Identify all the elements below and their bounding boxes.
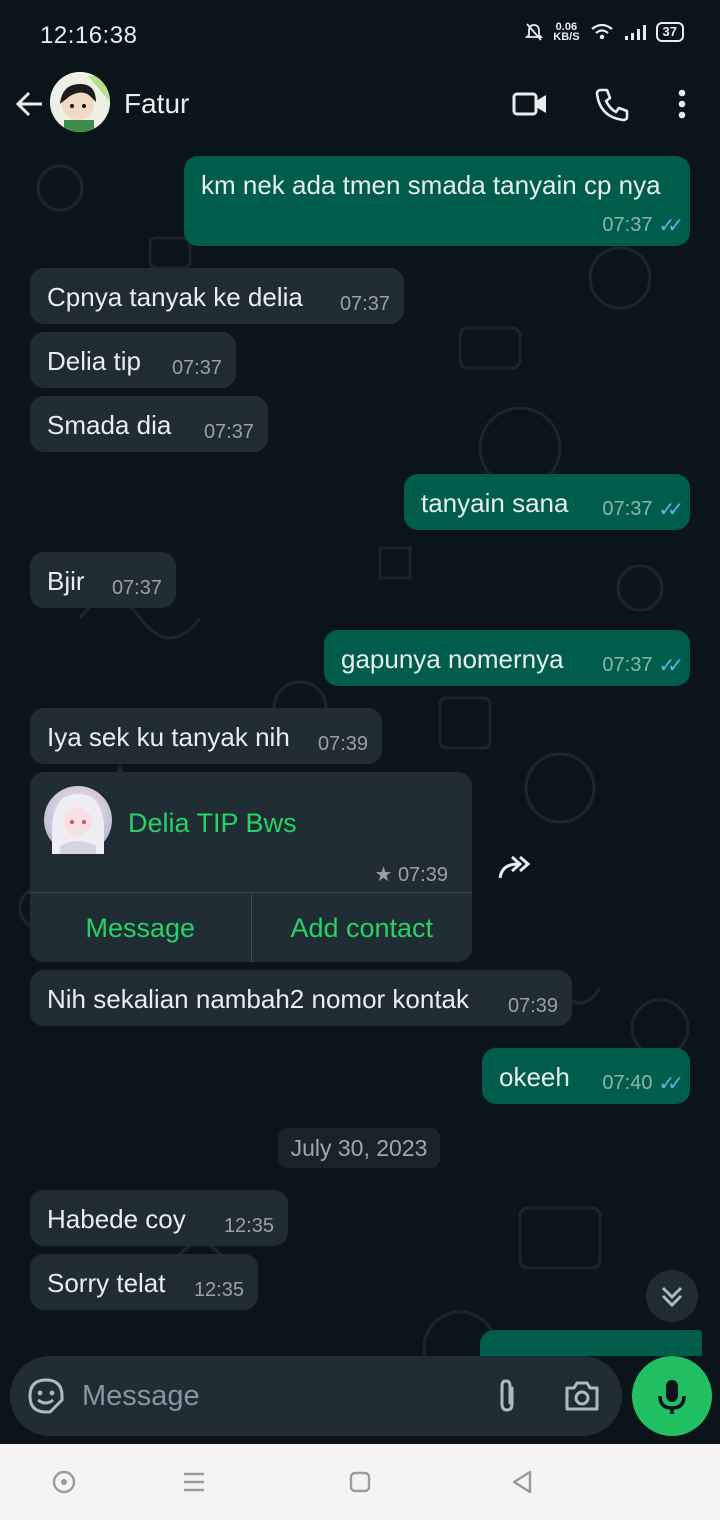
read-receipt-icon: ✓✓: [658, 215, 683, 237]
message-time: 07:40: [602, 1072, 653, 1094]
chat-area[interactable]: km nek ada tmen smada tanyain cp nya 07:…: [0, 148, 720, 1356]
nav-menu-icon[interactable]: [178, 1466, 210, 1498]
message-bubble-incoming[interactable]: Habede coy 12:35: [30, 1190, 288, 1246]
avatar-image: [50, 72, 110, 132]
message-text: Nih sekalian nambah2 nomor kontak: [47, 984, 470, 1014]
status-bar: 12:16:38 0.06 KB/S 37: [0, 0, 720, 72]
status-time: 12:16:38: [40, 22, 138, 49]
date-divider: July 30, 2023: [278, 1128, 440, 1168]
message-text: tanyain sana: [421, 488, 569, 518]
nav-back-icon[interactable]: [506, 1466, 538, 1498]
message-time: 07:39: [507, 995, 558, 1017]
message-text: Bjir: [47, 566, 85, 596]
message-meta: 07:37 ✓✓: [602, 497, 683, 522]
message-time: 07:39: [317, 733, 368, 755]
system-navigation-bar: [0, 1444, 720, 1520]
message-text: Delia tip: [47, 346, 141, 376]
message-time: 07:37: [171, 357, 222, 379]
double-chevron-down-icon: [661, 1286, 683, 1308]
message-time: 07:37: [602, 498, 653, 520]
message-meta: 07:40 ✓✓: [602, 1071, 683, 1096]
read-receipt-icon: ✓✓: [658, 1073, 683, 1095]
message-text: km nek ada tmen smada tanyain cp nya: [201, 170, 661, 200]
status-indicators: 0.06 KB/S 37: [525, 22, 684, 43]
message-bubble-incoming[interactable]: Delia tip 07:37: [30, 332, 236, 388]
message-bubble-incoming[interactable]: Cpnya tanyak ke delia 07:37: [30, 268, 404, 324]
read-receipt-icon: ✓✓: [658, 499, 683, 521]
message-text: Sorry telat: [47, 1268, 166, 1298]
voice-message-button[interactable]: [632, 1356, 712, 1436]
message-bubble-incoming[interactable]: Iya sek ku tanyak nih 07:39: [30, 708, 382, 764]
message-bubble-outgoing[interactable]: km nek ada tmen smada tanyain cp nya 07:…: [184, 156, 690, 246]
message-text: Habede coy: [47, 1204, 186, 1234]
message-time: 07:37: [602, 214, 653, 236]
video-call-icon[interactable]: [510, 84, 550, 124]
shared-contact-meta: ★ 07:39: [374, 862, 448, 887]
shared-contact-avatar[interactable]: [44, 786, 112, 854]
message-text: okeeh: [499, 1062, 570, 1092]
message-bubble-incoming[interactable]: Smada dia 07:37: [30, 396, 268, 452]
nav-home-icon[interactable]: [344, 1466, 376, 1498]
message-time: 07:37: [203, 421, 254, 443]
message-bubble-incoming[interactable]: Sorry telat 12:35: [30, 1254, 258, 1310]
camera-icon[interactable]: [562, 1376, 602, 1416]
message-bubble-outgoing[interactable]: okeeh 07:40 ✓✓: [482, 1048, 690, 1104]
network-speed: 0.06 KB/S: [553, 22, 580, 43]
message-composer: [10, 1356, 622, 1436]
message-text: gapunya nomernya: [341, 644, 564, 674]
battery-indicator: 37: [655, 22, 684, 42]
chat-header: Fatur: [0, 72, 720, 148]
shared-contact-actions: Message Add contact: [30, 892, 472, 962]
forward-icon[interactable]: [494, 848, 534, 888]
contact-name[interactable]: Fatur: [124, 88, 189, 120]
message-bubble-incoming[interactable]: Nih sekalian nambah2 nomor kontak 07:39: [30, 970, 572, 1026]
back-arrow-icon[interactable]: [10, 84, 50, 124]
read-receipt-icon: ✓✓: [658, 655, 683, 677]
star-icon: ★: [374, 864, 393, 886]
network-speed-unit: KB/S: [553, 31, 580, 43]
scroll-to-bottom-button[interactable]: [646, 1270, 698, 1322]
add-contact-button[interactable]: Add contact: [250, 893, 473, 962]
contact-avatar[interactable]: [50, 72, 110, 132]
message-bubble-incoming[interactable]: Bjir 07:37: [30, 552, 176, 608]
message-time: 12:35: [193, 1279, 244, 1301]
message-time: 07:37: [339, 293, 390, 315]
cellular-signal-icon: [624, 25, 646, 40]
shared-contact-card[interactable]: Delia TIP Bws ★ 07:39 Message Add contac…: [30, 772, 472, 962]
message-time: 07:37: [602, 654, 653, 676]
sticker-emoji-icon[interactable]: [26, 1376, 66, 1416]
message-time: 12:35: [223, 1215, 274, 1237]
message-text: Iya sek ku tanyak nih: [47, 722, 290, 752]
message-bubble-outgoing-partial[interactable]: [480, 1330, 702, 1356]
shared-contact-name[interactable]: Delia TIP Bws: [128, 808, 297, 839]
wifi-icon: [590, 23, 613, 40]
shared-contact-avatar-image: [52, 794, 104, 854]
message-meta: 07:37 ✓✓: [602, 653, 683, 678]
message-input[interactable]: [82, 1378, 462, 1414]
more-vert-icon[interactable]: [662, 84, 702, 124]
message-text: Smada dia: [47, 410, 172, 440]
message-time: 07:37: [111, 577, 162, 599]
nav-assistant-icon[interactable]: [48, 1466, 80, 1498]
message-bubble-outgoing[interactable]: tanyain sana 07:37 ✓✓: [404, 474, 690, 530]
mute-notification-icon: [525, 23, 544, 41]
message-bubble-outgoing[interactable]: gapunya nomernya 07:37 ✓✓: [324, 630, 690, 686]
message-contact-button[interactable]: Message: [30, 893, 251, 962]
attach-icon[interactable]: [488, 1376, 528, 1416]
voice-call-icon[interactable]: [592, 84, 632, 124]
message-time: 07:39: [397, 864, 448, 886]
message-meta: 07:37 ✓✓: [602, 213, 683, 238]
microphone-icon: [658, 1380, 686, 1414]
message-text: Cpnya tanyak ke delia: [47, 282, 303, 312]
